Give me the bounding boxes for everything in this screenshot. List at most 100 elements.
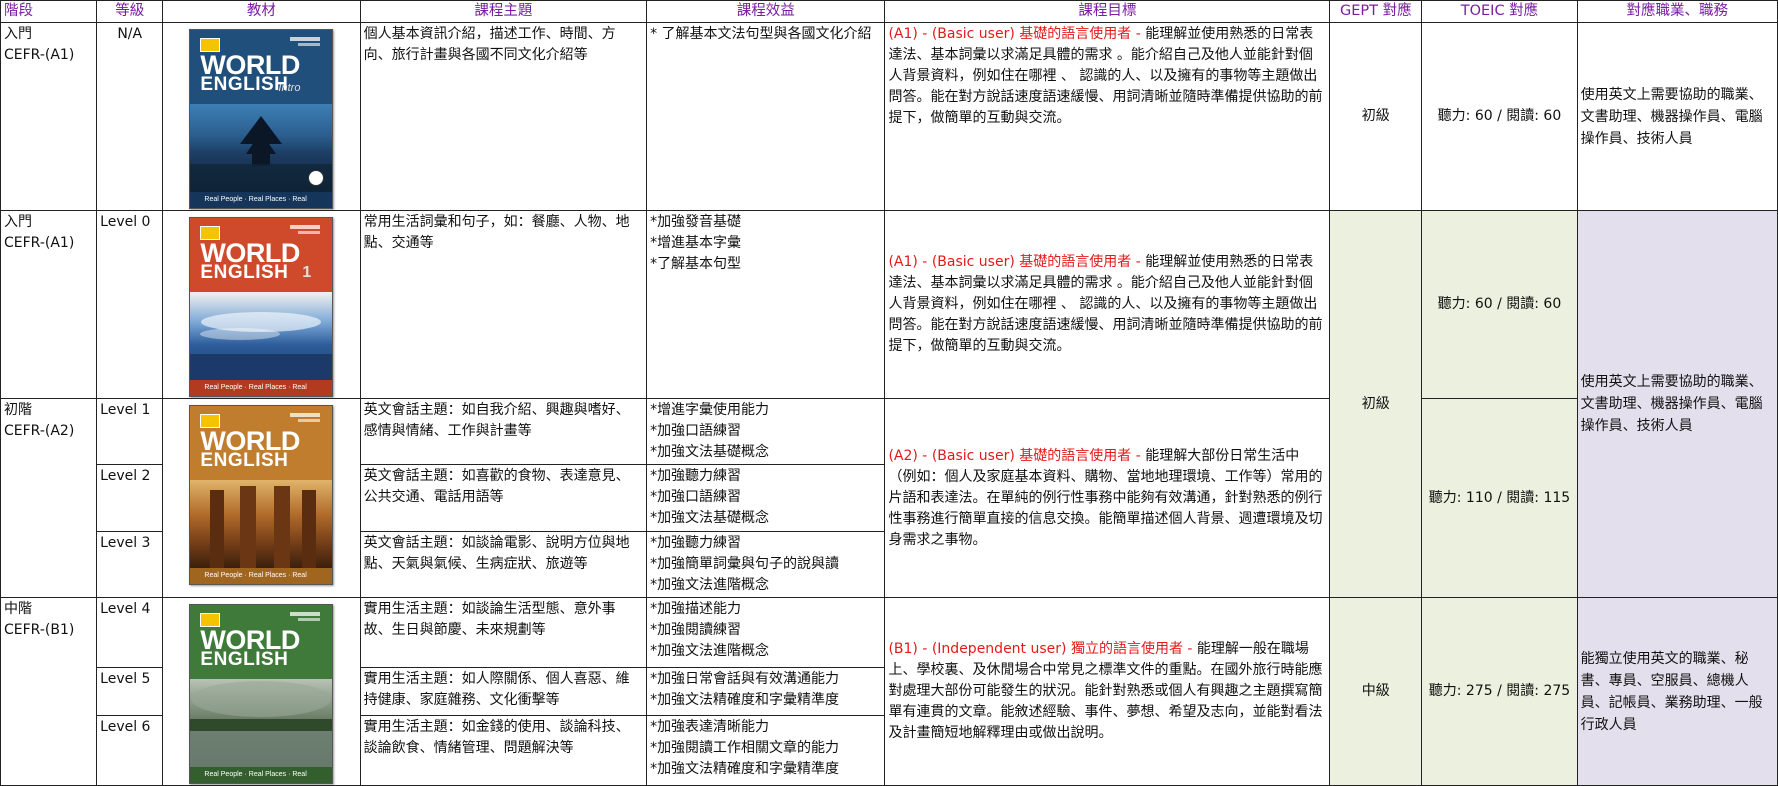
- benefit-cell: *加強描述能力 *加強閱讀練習 *加強文法進階概念: [646, 597, 886, 668]
- table-row-intro: 入門 CEFR-(A1) N/A WORLD ENGLISH Intro Rea…: [0, 22, 1778, 211]
- level-cell: Level 5: [96, 666, 164, 717]
- benefit-item: *了解基本句型: [650, 256, 742, 272]
- topic-cell: 英文會話主題：如自我介紹、興趣與嗜好、感情與情緒、工作與計畫等: [359, 398, 648, 465]
- header-stage: 階段: [0, 0, 98, 23]
- level-cell: Level 4: [96, 597, 164, 668]
- stage-name: 中階: [4, 601, 32, 617]
- stage-cefr: CEFR-(A1): [4, 47, 75, 63]
- textbook-cover-level2: WORLD ENGLISH Real People · Real Places …: [189, 405, 334, 585]
- header-gept: GEPT 對應: [1329, 0, 1423, 23]
- toeic-cell: 聽力: 60 / 閱讀: 60: [1421, 210, 1578, 399]
- publisher-logo-icon: [290, 225, 321, 229]
- topic-cell: 個人基本資訊介紹，描述工作、時間、方向、旅行計畫與各國不同文化介紹等: [359, 22, 648, 211]
- benefit-item: *加強聽力練習: [650, 468, 742, 484]
- benefit-item: *加強文法基礎概念: [650, 444, 770, 460]
- header-toeic: TOEIC 對應: [1421, 0, 1578, 23]
- publisher-logo-icon: [290, 413, 321, 417]
- header-level: 等級: [96, 0, 164, 23]
- toeic-cell: 聽力: 60 / 閱讀: 60: [1421, 22, 1578, 211]
- stage-cefr: CEFR-(B1): [4, 622, 75, 638]
- topic-cell: 實用生活主題：如談論生活型態、意外事故、生日與節慶、未來規劃等: [359, 597, 648, 668]
- topic-cell: 常用生活詞彙和句子，如：餐廳、人物、地點、交通等: [359, 210, 648, 399]
- benefit-item: *加強發音基礎: [650, 214, 742, 230]
- benefit-item: *加強表達清晰能力: [650, 719, 770, 736]
- jobs-cell: 使用英文上需要協助的職業、文書助理、機器操作員、電腦操作員、技術人員: [1576, 22, 1778, 211]
- gept-cell-a: 初級: [1329, 210, 1423, 598]
- benefit-item: *加強文法進階概念: [650, 577, 770, 593]
- benefit-cell: *加強發音基礎 *增進基本字彙 *了解基本句型: [646, 210, 886, 399]
- benefit-item: *加強簡單詞彙與句子的說與讀: [650, 556, 840, 572]
- benefit-cell: *增進字彙使用能力 *加強口語練習 *加強文法基礎概念: [646, 398, 886, 465]
- cover-level: 1: [302, 264, 312, 281]
- gept-cell: 中級: [1329, 597, 1423, 786]
- goal-cell: (B1) - (Independent user) 獨立的語言使用者 - 能理解…: [884, 597, 1331, 786]
- course-table: 階段 等級 教材 課程主題 課程效益 課程目標 GEPT 對應 TOEIC 對應…: [0, 0, 1778, 786]
- benefit-cell: * 了解基本文法句型與各國文化介紹: [646, 22, 886, 211]
- goal-level-label: (A1) - (Basic user) 基礎的語言使用者 -: [888, 26, 1141, 42]
- level-cell: Level 3: [96, 531, 164, 598]
- header-textbook: 教材: [162, 0, 361, 23]
- stage-name: 入門: [4, 26, 32, 42]
- stage-cefr: CEFR-(A2): [4, 423, 75, 439]
- goal-cell: (A1) - (Basic user) 基礎的語言使用者 - 能理解並使用熟悉的…: [884, 210, 1331, 399]
- stage-cell: 入門 CEFR-(A1): [0, 22, 98, 211]
- benefit-item: *加強口語練習: [650, 423, 742, 439]
- goal-cell: (A1) - (Basic user) 基礎的語言使用者 - 能理解並使用熟悉的…: [884, 22, 1331, 211]
- benefit-cell: *加強表達清晰能力 *加強閱讀工作相關文章的能力 *加強文法精確度和字彙精準度: [646, 715, 886, 786]
- publisher-logo-icon: [290, 37, 321, 41]
- benefit-item: *加強文法進階概念: [650, 643, 770, 659]
- benefit-item: *增進字彙使用能力: [650, 402, 770, 418]
- cover-subtitle: ENGLISH: [200, 74, 289, 95]
- stage-name: 入門: [4, 214, 32, 230]
- header-row: 階段 等級 教材 課程主題 課程效益 課程目標 GEPT 對應 TOEIC 對應…: [0, 0, 1778, 23]
- header-topic: 課程主題: [359, 0, 648, 23]
- textbook-cover-level1: WORLD ENGLISH 1 Real People · Real Place…: [189, 217, 334, 397]
- topic-cell: 實用生活主題：如人際關係、個人喜惡、維持健康、家庭雜務、文化衝擊等: [359, 666, 648, 717]
- textbook-cell: WORLD ENGLISH Real People · Real Places …: [162, 398, 361, 598]
- sky-landscape-icon: [190, 312, 333, 380]
- lake-landscape-icon: [190, 681, 333, 767]
- benefit-item: *加強文法精確度和字彙精準度: [650, 761, 840, 778]
- stage-cell: 中階 CEFR-(B1): [0, 597, 98, 786]
- goal-cell: (A2) - (Basic user) 基礎的語言使用者 - 能理解大部份日常生…: [884, 398, 1331, 598]
- textbook-cover-intro: WORLD ENGLISH Intro Real People · Real P…: [189, 29, 334, 209]
- header-goal: 課程目標: [884, 0, 1331, 23]
- jobs-cell: 能獨立使用英文的職業、秘書、專員、空服員、總機人員、記帳員、業務助理、一般行政人…: [1576, 597, 1778, 786]
- cover-photo: [190, 480, 333, 568]
- benefit-item: *加強描述能力: [650, 601, 742, 617]
- cover-level: Intro: [278, 82, 301, 94]
- textbook-cover-level3: WORLD ENGLISH Real People · Real Places …: [189, 604, 334, 784]
- publisher-logo-icon: [290, 612, 321, 616]
- textbook-cell: WORLD ENGLISH Intro Real People · Real P…: [162, 22, 361, 211]
- cover-subtitle: ENGLISH: [200, 450, 289, 471]
- benefit-item: *增進基本字彙: [650, 235, 742, 251]
- temple-columns-icon: [210, 486, 317, 568]
- benefit-item: *加強文法基礎概念: [650, 510, 770, 526]
- cover-subtitle: ENGLISH: [200, 649, 289, 670]
- table-row-level0: 入門 CEFR-(A1) Level 0 WORLD ENGLISH 1 Rea…: [0, 210, 1778, 598]
- cover-subtitle: ENGLISH: [200, 262, 289, 283]
- topic-cell: 實用生活主題：如金錢的使用、談論科技、談論飲食、情緒管理、問題解決等: [359, 715, 648, 786]
- header-jobs: 對應職業、職務: [1576, 0, 1778, 23]
- toeic-cell: 聽力: 275 / 閱讀: 275: [1421, 597, 1578, 786]
- benefit-item: *加強口語練習: [650, 489, 742, 505]
- benefit-item: *加強閱讀練習: [650, 622, 742, 638]
- level-cell: Level 1: [96, 398, 164, 465]
- level-cell: Level 0: [96, 210, 164, 399]
- goal-level-label: (A2) - (Basic user) 基礎的語言使用者 -: [888, 447, 1141, 464]
- benefit-item: *加強閱讀工作相關文章的能力: [650, 740, 840, 757]
- stage-cell: 入門 CEFR-(A1): [0, 210, 98, 399]
- benefit-item: *加強日常會話與有效溝通能力: [650, 670, 840, 687]
- goal-level-label: (B1) - (Independent user) 獨立的語言使用者 -: [888, 641, 1193, 657]
- stage-cefr: CEFR-(A1): [4, 235, 75, 251]
- level-cell: Level 2: [96, 464, 164, 532]
- cover-tagline: Real People · Real Places · Real Languag…: [190, 192, 333, 208]
- stage-name: 初階: [4, 402, 32, 418]
- benefit-cell: *加強聽力練習 *加強口語練習 *加強文法基礎概念: [646, 464, 886, 532]
- cover-photo: [190, 679, 333, 767]
- benefit-cell: *加強日常會話與有效溝通能力 *加強文法精確度和字彙精準度: [646, 666, 886, 717]
- benefit-item: *加強聽力練習: [650, 535, 742, 551]
- topic-cell: 英文會話主題：如談論電影、說明方位與地點、天氣與氣候、生病症狀、旅遊等: [359, 531, 648, 598]
- table-row-level4: 中階 CEFR-(B1) Level 4 WORLD ENGLISH Real …: [0, 597, 1778, 786]
- level-cell: N/A: [96, 22, 164, 211]
